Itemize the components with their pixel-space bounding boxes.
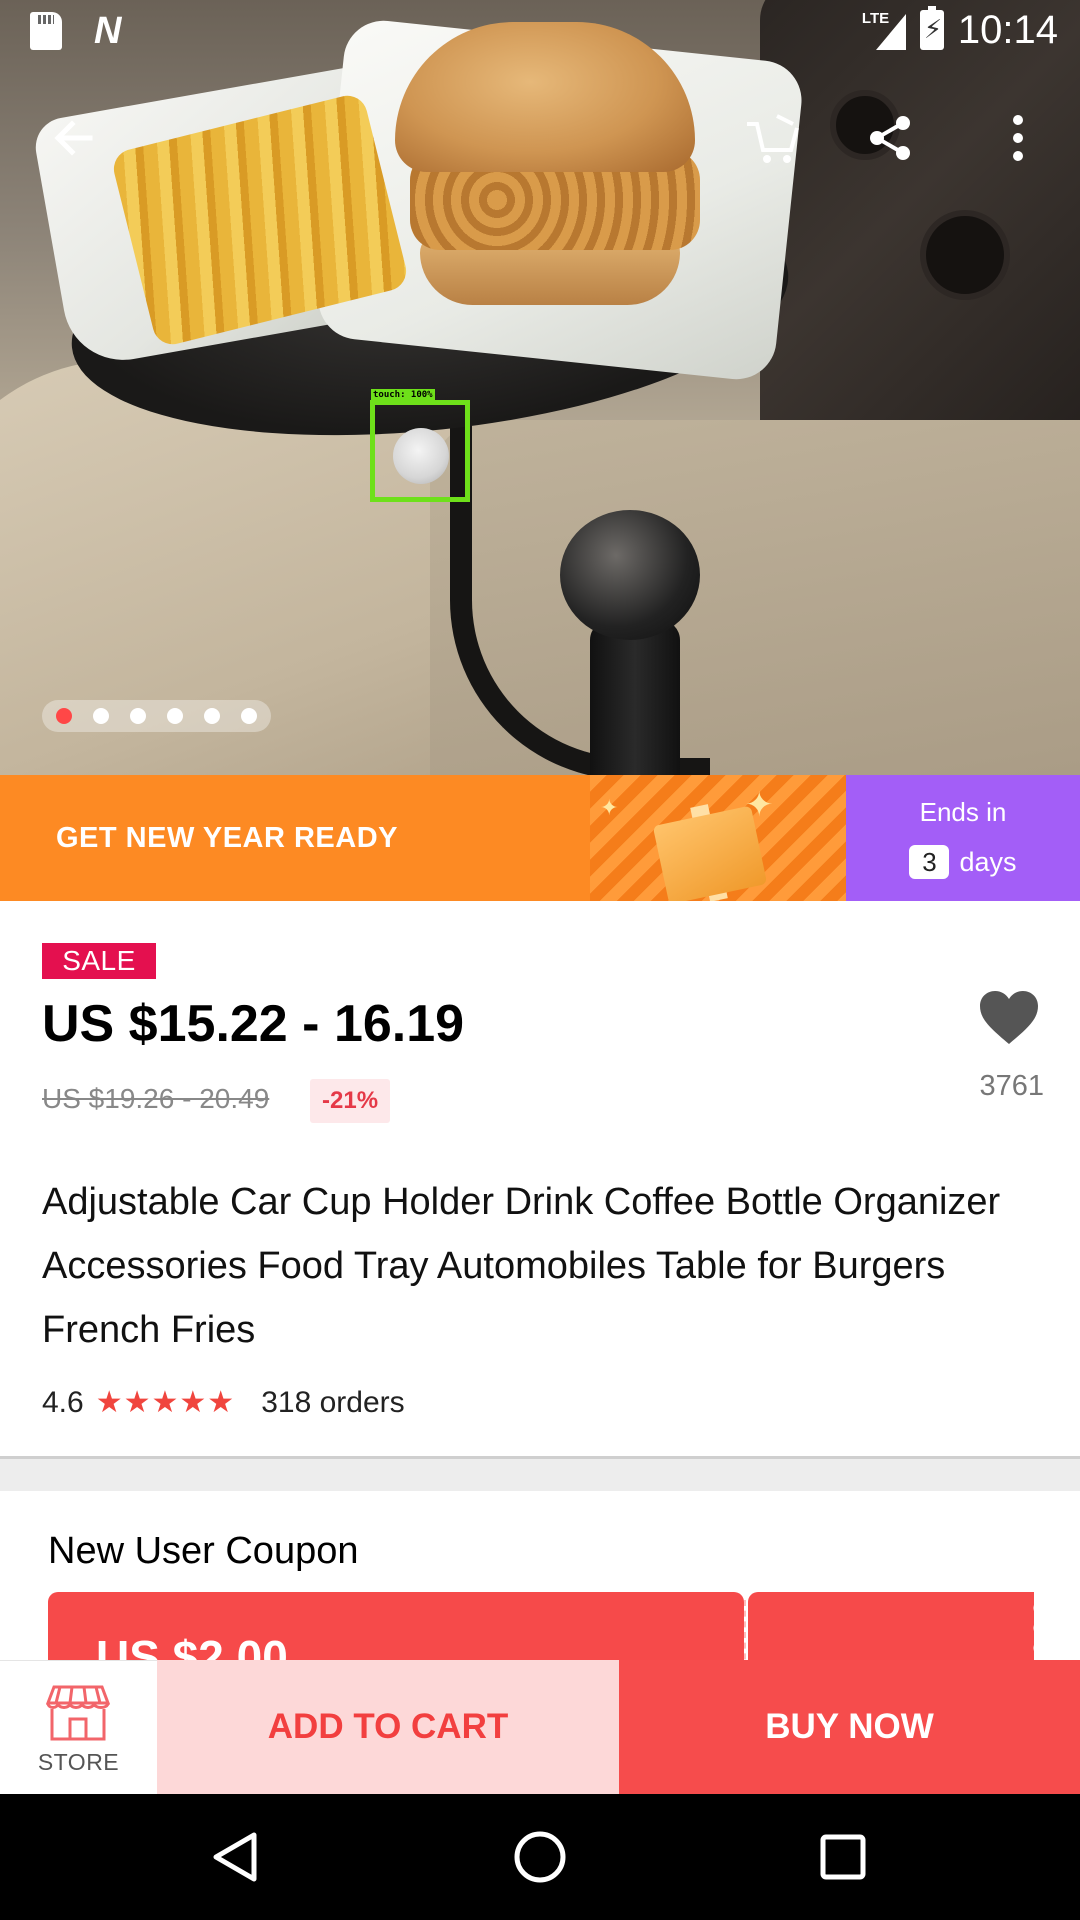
top-action-bar (0, 96, 1080, 176)
back-arrow-icon[interactable] (46, 110, 102, 166)
nav-back-icon[interactable] (212, 1832, 258, 1887)
days-count: 3 (909, 845, 950, 879)
gear-stem (590, 620, 680, 775)
sd-card-icon (30, 12, 62, 50)
countdown-box: Ends in 3 days (846, 775, 1080, 901)
pagination-dot[interactable] (241, 708, 257, 724)
system-nav-bar (0, 1794, 1080, 1920)
store-label: STORE (37, 1749, 120, 1775)
sale-badge: SALE (42, 943, 156, 979)
pagination-dot[interactable] (167, 708, 183, 724)
gallery-pagination (42, 700, 271, 732)
promo-text: GET NEW YEAR READY (56, 822, 399, 854)
pagination-dot[interactable] (130, 708, 146, 724)
clock: 10:14 (957, 8, 1058, 52)
coupon-section-title: New User Coupon (48, 1530, 359, 1572)
pagination-dot[interactable] (204, 708, 220, 724)
rating-row[interactable]: 4.6 ★★★★★ 318 orders (42, 1385, 405, 1420)
buy-now-button[interactable]: BUY NOW (619, 1660, 1080, 1794)
discount-badge: -21% (310, 1079, 391, 1123)
store-button[interactable]: STORE (0, 1660, 157, 1794)
nav-home-icon[interactable] (513, 1830, 567, 1889)
n-notification-icon: N (94, 10, 122, 52)
store-icon (45, 1683, 111, 1746)
battery-charging-icon: ⚡ (919, 6, 944, 50)
pagination-dot[interactable] (93, 708, 109, 724)
add-to-cart-button[interactable]: ADD TO CART (157, 1660, 619, 1794)
cart-icon[interactable] (738, 106, 808, 170)
star-rating-icon: ★★★★★ (95, 1386, 236, 1419)
more-vert-icon[interactable] (990, 106, 1046, 170)
sparkle-icon: ✦ (600, 795, 619, 820)
lte-signal-icon: LTE (862, 10, 906, 50)
wishlist-heart-icon[interactable] (978, 990, 1044, 1050)
pagination-dot-active[interactable] (56, 708, 72, 724)
orders-count: 318 orders (261, 1385, 405, 1419)
share-icon[interactable] (860, 106, 920, 170)
gear-knob (560, 510, 700, 640)
promo-banner-left: ✦ ✦ GET NEW YEAR READY (0, 775, 846, 901)
touch-indicator (393, 428, 449, 484)
status-bar: N LTE ⚡ 10:14 (0, 0, 1080, 64)
wishlist-count: 3761 (979, 1070, 1044, 1102)
section-gap (0, 1459, 1080, 1491)
rating-value: 4.6 (42, 1385, 84, 1419)
promo-banner[interactable]: ✦ ✦ GET NEW YEAR READY Ends in 3 days (0, 775, 1080, 901)
dashboard-vent (920, 210, 1010, 300)
nav-recents-icon[interactable] (820, 1834, 866, 1885)
price: US $15.22 - 16.19 (42, 995, 465, 1053)
sparkle-icon: ✦ (745, 786, 774, 824)
original-price: US $19.26 - 20.49 (42, 1083, 270, 1114)
product-title: Adjustable Car Cup Holder Drink Coffee B… (42, 1181, 1001, 1351)
ends-in-label: Ends in (919, 797, 1007, 827)
days-label: days (959, 846, 1017, 877)
bottom-action-bar: STORE ADD TO CART BUY NOW (0, 1660, 1080, 1794)
